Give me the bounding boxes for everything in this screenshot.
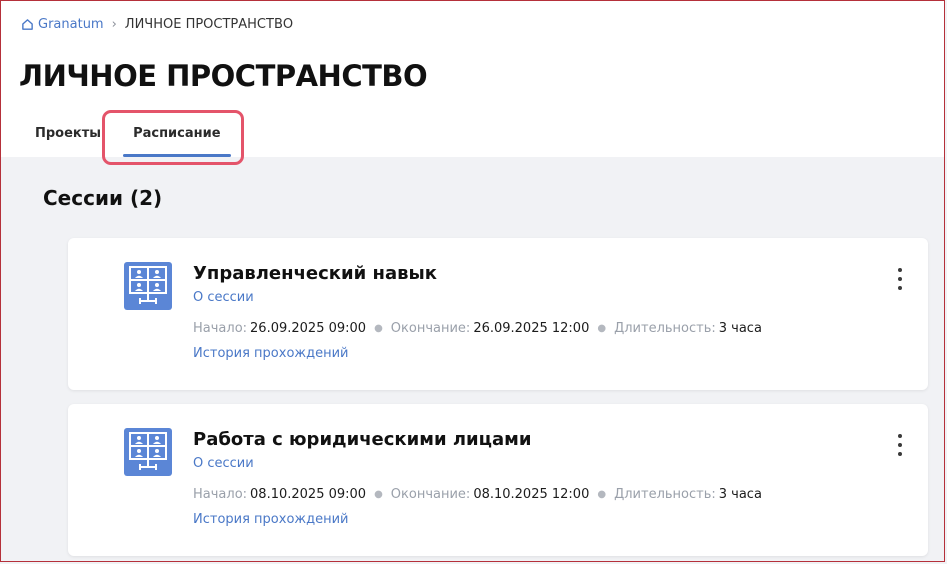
duration-label: Длительность: bbox=[614, 321, 716, 336]
chevron-right-icon: › bbox=[111, 16, 117, 32]
page-title: ЛИЧНОЕ ПРОСТРАНСТВО bbox=[19, 59, 428, 93]
history-link[interactable]: История прохождений bbox=[193, 346, 349, 361]
start-label: Начало: bbox=[193, 487, 248, 502]
end-value: 26.09.2025 12:00 bbox=[473, 321, 590, 336]
duration-label: Длительность: bbox=[614, 487, 716, 502]
home-icon bbox=[22, 18, 33, 30]
tab-schedule-label: Расписание bbox=[133, 126, 221, 141]
history-link[interactable]: История прохождений bbox=[193, 512, 349, 527]
end-value: 08.10.2025 12:00 bbox=[473, 487, 590, 502]
duration-value: 3 часа bbox=[718, 321, 762, 336]
about-session-link[interactable]: О сессии bbox=[193, 456, 254, 471]
session-card: Работа с юридическими лицами О сессии На… bbox=[68, 404, 928, 556]
video-conference-icon bbox=[124, 428, 172, 476]
start-value: 08.10.2025 09:00 bbox=[250, 487, 367, 502]
separator-dot: ● bbox=[597, 489, 607, 500]
tab-schedule[interactable]: Расписание bbox=[119, 119, 234, 157]
separator-dot: ● bbox=[374, 489, 383, 500]
session-title: Работа с юридическими лицами bbox=[193, 429, 532, 450]
session-meta: Начало: 08.10.2025 09:00 ● Окончание: 08… bbox=[193, 487, 762, 502]
start-label: Начало: bbox=[193, 321, 248, 336]
breadcrumb: Granatum › ЛИЧНОЕ ПРОСТРАНСТВО bbox=[21, 15, 293, 33]
start-value: 26.09.2025 09:00 bbox=[250, 321, 367, 336]
tab-projects[interactable]: Проекты bbox=[21, 119, 115, 157]
video-conference-icon bbox=[124, 262, 172, 310]
tab-bar: Проекты Расписание bbox=[21, 119, 235, 157]
breadcrumb-current: ЛИЧНОЕ ПРОСТРАНСТВО bbox=[124, 16, 294, 32]
breadcrumb-home-link[interactable]: Granatum bbox=[21, 17, 104, 32]
separator-dot: ● bbox=[374, 323, 383, 334]
separator-dot: ● bbox=[597, 323, 607, 334]
app-window: Granatum › ЛИЧНОЕ ПРОСТРАНСТВО ЛИЧНОЕ ПР… bbox=[0, 0, 945, 562]
session-meta: Начало: 26.09.2025 09:00 ● Окончание: 26… bbox=[193, 321, 762, 336]
header: Granatum › ЛИЧНОЕ ПРОСТРАНСТВО ЛИЧНОЕ ПР… bbox=[1, 1, 944, 157]
end-label: Окончание: bbox=[390, 321, 471, 336]
sessions-title: Сессии (2) bbox=[43, 186, 163, 210]
more-vertical-icon[interactable] bbox=[892, 268, 908, 290]
tab-projects-label: Проекты bbox=[35, 126, 102, 141]
about-session-link[interactable]: О сессии bbox=[193, 290, 254, 305]
session-title: Управленческий навык bbox=[193, 263, 437, 284]
breadcrumb-home-label: Granatum bbox=[38, 16, 104, 32]
end-label: Окончание: bbox=[390, 487, 471, 502]
duration-value: 3 часа bbox=[718, 487, 762, 502]
session-card: Управленческий навык О сессии Начало: 26… bbox=[68, 238, 928, 390]
more-vertical-icon[interactable] bbox=[892, 434, 908, 456]
